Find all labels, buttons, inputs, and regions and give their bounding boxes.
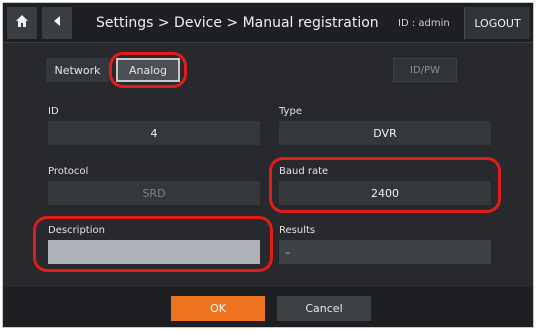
home-button[interactable] xyxy=(7,7,37,39)
id-field[interactable]: 4 xyxy=(48,121,260,145)
id-label: ID xyxy=(48,106,59,117)
protocol-field: SRD xyxy=(48,181,260,205)
bottom-bar xyxy=(3,287,533,327)
home-icon xyxy=(15,14,29,32)
description-highlight xyxy=(33,216,273,272)
ok-button[interactable]: OK xyxy=(171,296,265,321)
id-pw-button[interactable]: ID/PW xyxy=(393,58,457,82)
type-label: Type xyxy=(279,106,302,117)
logout-button[interactable]: LOGOUT xyxy=(464,7,530,39)
back-button[interactable] xyxy=(42,7,72,39)
user-id-label: ID : admin xyxy=(398,17,450,29)
baud-rate-highlight xyxy=(269,157,501,213)
breadcrumb: Settings > Device > Manual registration xyxy=(96,15,379,31)
cancel-button[interactable]: Cancel xyxy=(277,296,371,321)
analog-tab-highlight xyxy=(109,52,187,88)
protocol-label: Protocol xyxy=(48,166,89,177)
back-arrow-icon xyxy=(52,15,62,31)
results-field: – xyxy=(279,240,491,264)
type-select[interactable]: DVR xyxy=(279,121,491,145)
top-bar: Settings > Device > Manual registration … xyxy=(3,3,533,43)
tab-network[interactable]: Network xyxy=(46,58,109,82)
device-window: Settings > Device > Manual registration … xyxy=(2,2,534,328)
results-label: Results xyxy=(279,225,316,236)
